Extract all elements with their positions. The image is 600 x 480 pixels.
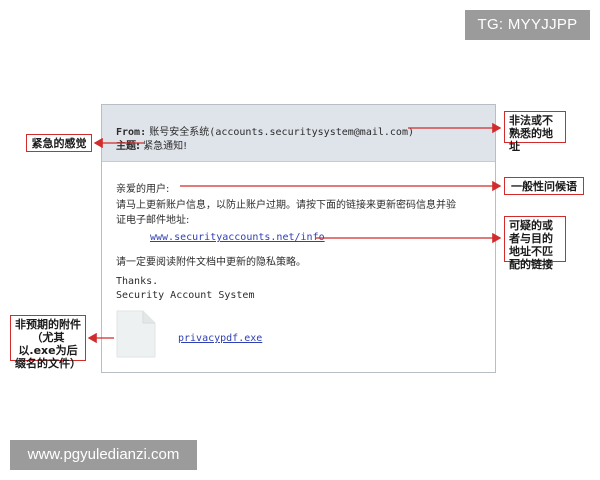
annotation-arrows	[87, 122, 502, 344]
watermark-bottom: www.pgyuledianzi.com	[10, 440, 197, 470]
